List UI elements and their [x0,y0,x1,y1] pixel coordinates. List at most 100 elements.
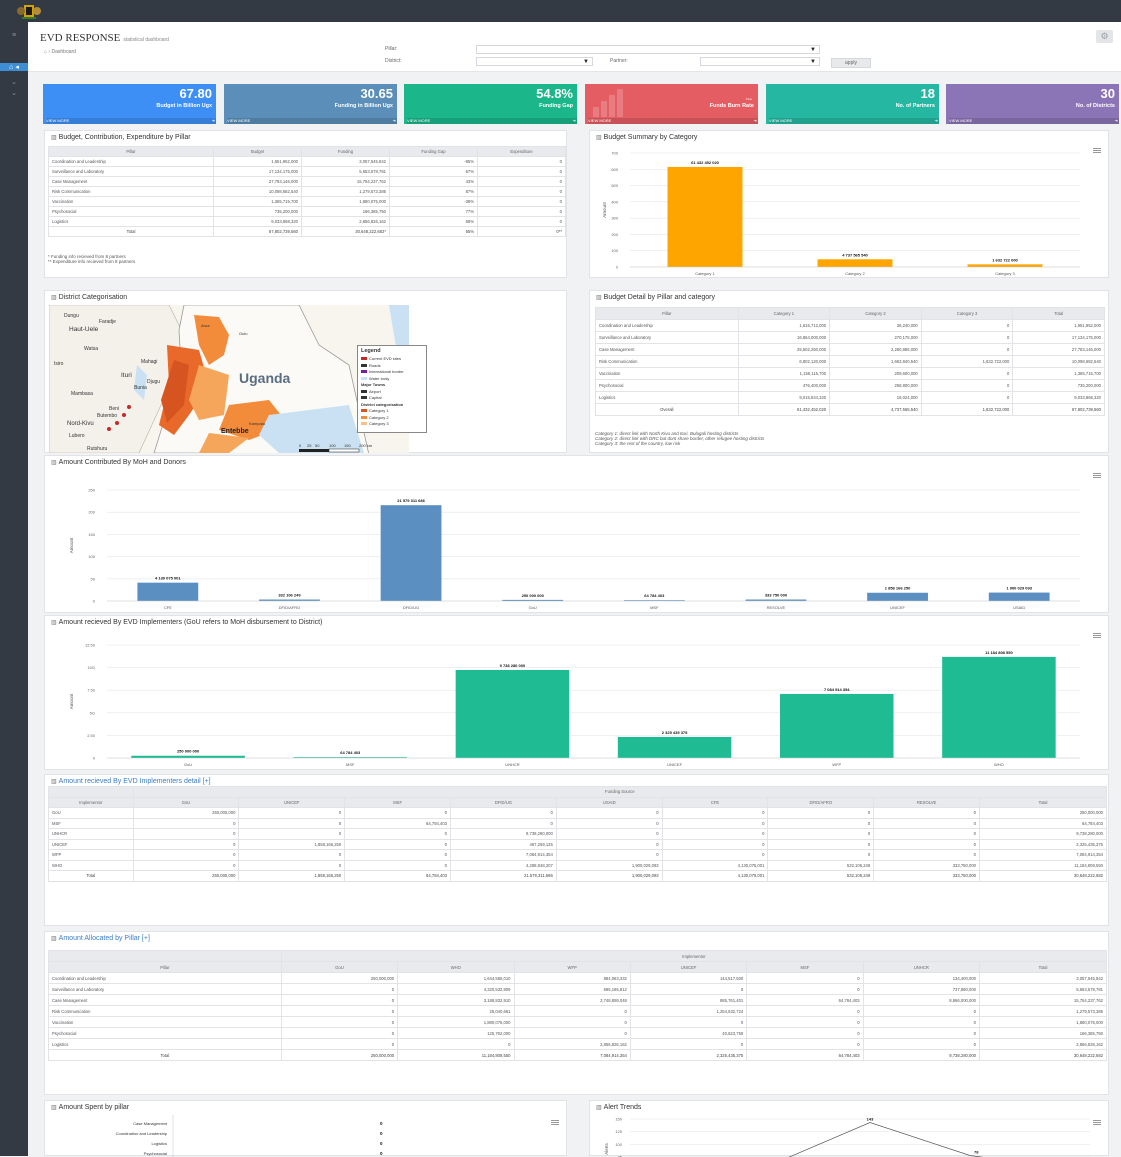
view-more-link[interactable]: VIEW MORE➔ [769,118,939,124]
page-title: EVD RESPONSEstatistical dashboard [40,32,169,44]
legend-item: Category 3 [361,421,404,428]
bar[interactable] [618,737,732,758]
data-label: 0 [380,1141,383,1146]
table-cell: 1,279,573,385 [301,187,389,197]
panel-title[interactable]: ▥Amount recieved By EVD Implementers det… [51,778,211,785]
budget-table: PillarBudgetFundingFunding GapExpenditur… [48,146,566,237]
bar[interactable] [942,657,1056,758]
table-cell: 0 [133,850,239,861]
breadcrumb-home-icon[interactable]: ⌂ [44,49,47,55]
map-label: Kampala [249,421,266,426]
pillar-select[interactable]: ▼ [476,45,820,54]
table-cell: 0 [768,850,874,861]
table-cell: 0 [345,860,451,871]
bar[interactable] [668,167,743,267]
table-cell: 0 [768,808,874,819]
breadcrumb-dashboard[interactable]: Dashboard [51,49,75,55]
table-cell: 0 [281,1006,397,1017]
table-cell: 2,856,826,162 [301,217,389,227]
table-row: MSF0064,784,4030000064,784,403 [49,818,1107,829]
x-tick-label: UNICEF [890,605,905,610]
sidebar-menu-icon[interactable]: ≡ [6,32,22,40]
map-label: Faradje [99,319,116,325]
table-cell: Case Management [596,344,739,356]
table-cell: 0 [921,392,1013,404]
bar[interactable] [456,670,570,758]
table-cell: 15,754,237,762 [301,177,389,187]
table-row: GoU250,000,0000000000250,000,000 [49,808,1107,819]
table-cell: 166,385,750 [301,207,389,217]
table-cell: 885,761,401 [630,995,746,1006]
kpi-label: Budget in Billion Ugx [156,103,212,109]
y-tick-label: 0 [93,756,96,761]
table-header: USAID [556,797,662,808]
allocated-table: ImplementorPillarGoUWHOWFPUNICEFMSFUNHCR… [48,950,1107,1061]
kpi-value: 18 [921,86,935,101]
table-header: UNICEF [239,797,345,808]
view-more-link[interactable]: VIEW MORE➔ [46,118,216,124]
page-subtitle: statistical dashboard [123,37,169,43]
bar[interactable] [137,583,198,601]
apply-button[interactable]: apply [831,58,871,68]
map-legend: Legend Current EVD sitesRoadsInternation… [357,345,427,433]
table-cell: 0 [630,984,746,995]
table-cell: UNICEF [49,839,134,850]
panel-title[interactable]: ▥Amount Allocated by Pillar [+] [51,935,150,942]
view-more-link[interactable]: VIEW MORE➔ [407,118,577,124]
sidebar-item-3[interactable]: ⌄ [6,89,22,97]
y-tick-label: 125 [615,1129,622,1134]
view-more-link[interactable]: VIEW MORE➔ [227,118,397,124]
table-cell: 532,106,249 [768,860,874,871]
table-cell: 333,750,000 [874,860,980,871]
table-cell: 595,165,812 [514,984,630,995]
table-cell: 61,432,452,020 [738,404,830,416]
table-cell: 1,156,115,700 [738,368,830,380]
map-label: Ituri [121,372,132,379]
partner-select[interactable]: ▼ [700,57,820,66]
view-more-link[interactable]: VIEW MORE➔ [949,118,1119,124]
bar[interactable] [381,505,442,601]
bar[interactable] [867,593,928,601]
table-cell: Vaccination [49,1017,282,1028]
table-cell: 532,106,249 [768,871,874,882]
table-row: Vaccination01,880,075,00000001,880,075,0… [49,1017,1107,1028]
view-more-link[interactable]: VIEW MORE➔ [588,118,758,124]
table-cell: Coordination and Leadership [596,320,739,332]
bar[interactable] [131,756,245,758]
table-cell: 0 [133,818,239,829]
table-header: Total [980,962,1107,973]
bar[interactable] [780,694,894,758]
table-cell: -85% [389,157,477,167]
sidebar-item-2[interactable]: ⌄ [6,78,22,86]
bar[interactable] [989,593,1050,601]
gear-icon[interactable]: ⚙ [1096,30,1113,43]
table-cell: 1,632,722,000 [921,356,1013,368]
table-row: WHO0004,288,848,2071,900,029,0934,130,07… [49,860,1107,871]
district-select[interactable]: ▼ [476,57,593,66]
table-cell: 0 [768,829,874,840]
table-cell: 0 [345,839,451,850]
budget-notes: * Funding info recieved from 8 partners*… [48,254,135,264]
table-cell: 0 [662,839,768,850]
kpi-label: Funds Burn Rate [710,103,754,109]
table-cell: 0 [630,1039,746,1050]
bar-chart-icon [593,89,625,117]
table-cell: 16,864,000,000 [738,332,830,344]
table-cell: 0 [747,984,863,995]
table-cell: 3,057,545,842 [980,973,1107,984]
data-label: 332 106 249 [278,593,301,598]
table-total-row: Overall61,432,452,0204,737,565,5401,632,… [596,404,1105,416]
table-cell: 1,900,029,093 [556,860,662,871]
data-label: 250 000 000 [522,593,545,598]
y-tick-label: 100 [88,554,95,559]
y-tick-label: 50 [91,576,96,581]
bar[interactable] [968,264,1043,267]
table-cell: Case Management [49,177,214,187]
bar[interactable] [818,259,893,267]
received-panel: ▥Amount recieved By EVD Implementers (Go… [44,615,1109,770]
table-header: UNHCR [863,962,979,973]
table-cell: -38% [389,197,477,207]
sidebar-item-home[interactable]: ⌂ ◂ [0,63,28,71]
y-axis-label: Alerts [604,1143,609,1155]
table-cell: 43% [389,177,477,187]
